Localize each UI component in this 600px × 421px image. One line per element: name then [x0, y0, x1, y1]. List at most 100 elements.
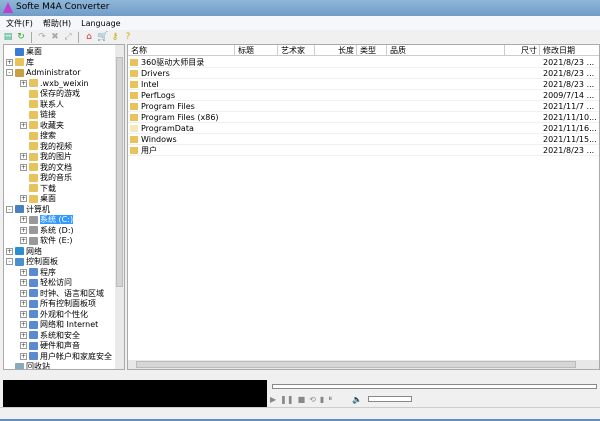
- tree-item[interactable]: 回收站: [6, 362, 50, 369]
- expand-toggle-icon[interactable]: +: [20, 279, 27, 286]
- seek-bar[interactable]: [272, 384, 597, 389]
- col-size[interactable]: 尺寸: [505, 45, 540, 56]
- volume-slider[interactable]: [368, 396, 412, 402]
- tree-item[interactable]: 我的音乐: [20, 173, 72, 183]
- tree-item[interactable]: - Administrator: [6, 68, 81, 78]
- tree-item[interactable]: + 收藏夹: [20, 121, 64, 131]
- table-row[interactable]: ProgramData 2021/11/16...: [128, 123, 599, 134]
- play-icon[interactable]: ▶: [270, 395, 276, 404]
- table-row[interactable]: 360驱动大师目录 2021/8/23 ...: [128, 57, 599, 68]
- expand-toggle-icon[interactable]: -: [6, 69, 13, 76]
- list-hscrollbar[interactable]: [128, 360, 599, 369]
- expand-toggle-icon[interactable]: +: [20, 195, 27, 202]
- expand-toggle-icon[interactable]: +: [20, 321, 27, 328]
- expand-toggle-icon[interactable]: -: [6, 205, 13, 213]
- tree-item[interactable]: + 外观和个性化: [20, 310, 88, 320]
- tree-item[interactable]: + 网络和 Internet: [20, 320, 98, 330]
- tree-item[interactable]: + 轻松访问: [20, 278, 72, 288]
- table-row[interactable]: Intel 2021/8/23 ...: [128, 79, 599, 90]
- loop-icon[interactable]: ⟲: [309, 395, 316, 404]
- stop-icon[interactable]: ■: [298, 395, 306, 404]
- tree-item[interactable]: + 网络: [6, 247, 42, 257]
- table-row[interactable]: Windows 2021/11/15...: [128, 134, 599, 145]
- tree-item[interactable]: 搜索: [20, 131, 56, 141]
- delete-icon[interactable]: ✖: [50, 32, 60, 42]
- pause-icon[interactable]: ❚❚: [280, 395, 293, 404]
- scroll-thumb[interactable]: [136, 361, 576, 368]
- folder-tree[interactable]: 桌面 + 库 - Administrator + .wxb_weixin 保存的游戏 联系人 链接…: [3, 44, 125, 370]
- tree-item[interactable]: - 控制面板: [6, 257, 58, 267]
- expand-toggle-icon[interactable]: +: [20, 153, 27, 160]
- table-row[interactable]: PerfLogs 2009/7/14 ...: [128, 90, 599, 101]
- tree-item[interactable]: 我的视频: [20, 142, 72, 152]
- expand-toggle-icon[interactable]: +: [20, 79, 27, 87]
- expand-toggle-icon[interactable]: +: [20, 289, 27, 297]
- scroll-thumb[interactable]: [116, 57, 123, 287]
- expand-toggle-icon[interactable]: +: [20, 310, 27, 318]
- tree-item[interactable]: 下载: [20, 184, 56, 194]
- file-list[interactable]: 名称 标题 艺术家 长度 类型 品质 尺寸 修改日期 360驱动大师目录 2021…: [127, 44, 600, 370]
- tree-item[interactable]: + 系统和安全: [20, 331, 80, 341]
- tree-item[interactable]: 链接: [20, 110, 56, 120]
- menu-file[interactable]: 文件(F): [6, 18, 33, 29]
- expand-toggle-icon[interactable]: +: [6, 58, 13, 66]
- menu-language[interactable]: Language: [81, 19, 120, 28]
- tree-item[interactable]: + 软件 (E:): [20, 236, 73, 246]
- tree-item[interactable]: + 系统 (D:): [20, 226, 74, 236]
- tree-item[interactable]: + 用户帐户和家庭安全: [20, 352, 112, 362]
- expand-toggle-icon[interactable]: +: [20, 342, 27, 349]
- cart-icon[interactable]: 🛒: [97, 32, 108, 42]
- add-file-icon[interactable]: ▤: [3, 32, 13, 42]
- file-name: ProgramData: [128, 123, 194, 134]
- expand-toggle-icon[interactable]: -: [6, 258, 13, 265]
- tree-item[interactable]: + 程序: [20, 268, 56, 278]
- expand-toggle-icon[interactable]: +: [20, 352, 27, 360]
- tree-item[interactable]: + 时钟、语言和区域: [20, 289, 104, 299]
- expand-toggle-icon[interactable]: +: [20, 300, 27, 307]
- tree-item[interactable]: + 库: [6, 58, 34, 68]
- tree-item[interactable]: 联系人: [20, 100, 64, 110]
- expand-toggle-icon[interactable]: +: [20, 268, 27, 276]
- home-icon[interactable]: ⌂: [84, 32, 94, 42]
- mark-out-icon[interactable]: ⏸: [328, 394, 332, 404]
- col-length[interactable]: 长度: [315, 45, 357, 56]
- menu-help[interactable]: 帮助(H): [43, 18, 71, 29]
- expand-toggle-icon[interactable]: +: [20, 121, 27, 129]
- col-modified[interactable]: 修改日期: [540, 45, 599, 56]
- help-icon[interactable]: ?: [123, 32, 133, 42]
- expand-toggle-icon[interactable]: +: [20, 216, 27, 223]
- expand-toggle-icon[interactable]: +: [6, 247, 13, 255]
- expand-toggle-icon[interactable]: +: [20, 237, 27, 244]
- tree-item[interactable]: + 所有控制面板项: [20, 299, 96, 309]
- tree-item[interactable]: + 硬件和声音: [20, 341, 80, 351]
- redo-icon[interactable]: ↷: [37, 32, 47, 42]
- tree-item[interactable]: + .wxb_weixin: [20, 79, 89, 89]
- col-quality[interactable]: 品质: [387, 45, 505, 56]
- tree-item[interactable]: + 我的文档: [20, 163, 72, 173]
- separator: [78, 31, 79, 43]
- table-row[interactable]: Drivers 2021/8/23 ...: [128, 68, 599, 79]
- col-type[interactable]: 类型: [357, 45, 387, 56]
- expand-toggle-icon[interactable]: +: [20, 163, 27, 171]
- table-row[interactable]: Program Files 2021/11/7 ...: [128, 101, 599, 112]
- refresh-icon[interactable]: ↻: [16, 32, 26, 42]
- tree-scrollbar[interactable]: [115, 45, 124, 369]
- expand-toggle-icon[interactable]: +: [20, 226, 27, 234]
- tree-item[interactable]: + 系统 (C:): [20, 215, 74, 225]
- col-artist[interactable]: 艺术家: [278, 45, 315, 56]
- tree-item[interactable]: 保存的游戏: [20, 89, 80, 99]
- col-title[interactable]: 标题: [235, 45, 278, 56]
- volume-icon[interactable]: 🔈: [352, 395, 362, 404]
- col-name[interactable]: 名称: [128, 45, 235, 56]
- tree-item[interactable]: - 计算机: [6, 205, 50, 215]
- table-row[interactable]: Program Files (x86) 2021/11/10...: [128, 112, 599, 123]
- key-icon[interactable]: ⚷: [110, 32, 120, 42]
- tree-item[interactable]: + 我的图片: [20, 152, 72, 162]
- expand-toggle-icon[interactable]: +: [20, 331, 27, 339]
- tree-item[interactable]: 桌面: [6, 47, 42, 57]
- table-row[interactable]: 用户 2021/8/23 ...: [128, 145, 599, 156]
- tree-item[interactable]: + 桌面: [20, 194, 56, 204]
- mark-in-icon[interactable]: ▮: [320, 395, 324, 404]
- separator: [31, 31, 32, 43]
- convert-icon[interactable]: ⤢: [63, 32, 73, 42]
